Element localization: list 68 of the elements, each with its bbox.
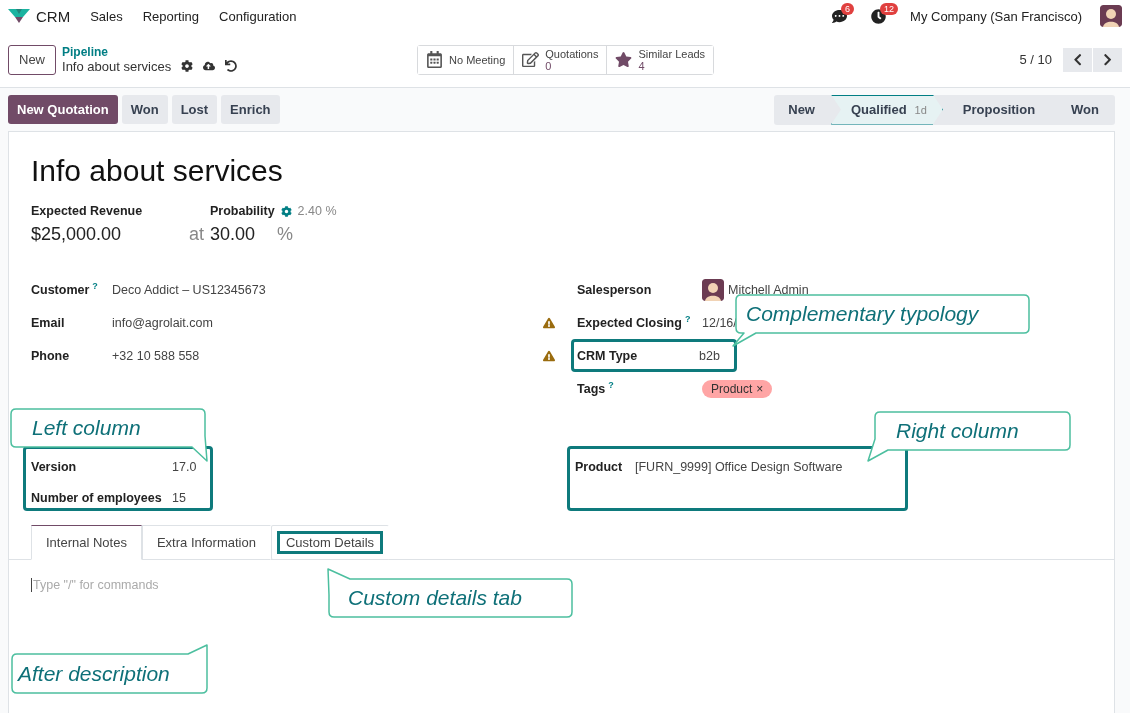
user-avatar [1100, 5, 1122, 27]
tag-chip[interactable]: Product × [702, 379, 773, 398]
calendar-icon [426, 51, 443, 68]
field-label: Expected Revenue [31, 204, 144, 218]
field-label: Number of employees [31, 490, 163, 505]
record-title: Info about services [62, 58, 172, 74]
previous-button[interactable] [1063, 47, 1092, 72]
field-value[interactable]: info@agrolait.com [112, 315, 213, 330]
callout-text: Left column [32, 415, 141, 440]
next-button[interactable] [1093, 47, 1122, 72]
field-value[interactable]: Deco Addict – US12345673 [112, 282, 266, 297]
automated-probability: 2.40 % [297, 204, 337, 218]
edit-icon [522, 51, 540, 68]
settings-icon[interactable] [181, 60, 194, 72]
action-button[interactable]: New Quotation [8, 95, 118, 124]
field-label: Customer $^{?}$ [31, 281, 99, 298]
percent-sign: % [277, 224, 294, 245]
stage-step[interactable]: Qualified 1d [831, 94, 943, 125]
at-label: at [189, 224, 204, 245]
field-value[interactable]: 17.0 [172, 459, 197, 474]
probability-value[interactable]: 30.00 [210, 224, 256, 245]
callout-text: Custom details tab [348, 586, 522, 610]
logo-icon [8, 8, 30, 24]
user-avatar [702, 278, 724, 301]
pager-text: 5 / 10 [1019, 52, 1052, 67]
menu-item[interactable]: Reporting [142, 8, 200, 24]
gear-icon[interactable] [280, 205, 292, 217]
field-value[interactable]: b2b [699, 348, 720, 363]
record-heading: Info about services [31, 154, 284, 188]
notification-badge: 6 [841, 2, 855, 15]
star-icon [615, 51, 633, 68]
stage-step[interactable]: Proposition [942, 94, 1052, 125]
field-value[interactable]: +32 10 588 558 [112, 348, 200, 363]
field-label: Salesperson [577, 282, 653, 297]
revenue-value[interactable]: $25,000.00 [31, 224, 122, 245]
field-label: Tags $^{?}$ [577, 380, 615, 397]
action-button[interactable]: Won [121, 95, 168, 124]
cloud-upload-icon[interactable] [203, 60, 216, 72]
field-label: Expected Closing $^{?}$ [577, 314, 692, 331]
field-label: Product [575, 459, 624, 474]
new-button[interactable]: New [8, 44, 56, 75]
action-button[interactable]: Enrich [221, 95, 280, 124]
breadcrumb-link[interactable]: Pipeline [62, 45, 417, 59]
callout-text: Complementary typology [746, 301, 979, 326]
field-label: CRM Type [577, 348, 639, 363]
callout-text: Right column [896, 418, 1019, 443]
tab[interactable]: Custom Details [270, 525, 390, 560]
menu-item[interactable]: Configuration [219, 8, 297, 24]
stage-step[interactable]: New [774, 94, 831, 125]
field-value[interactable]: 15 [172, 490, 186, 505]
stage-step[interactable]: Won [1051, 94, 1115, 125]
field-label: Phone [31, 348, 71, 363]
company-name[interactable]: My Company (San Francisco) [910, 8, 1082, 24]
notification-badge: 12 [880, 2, 899, 15]
tab[interactable]: Extra Information [141, 525, 271, 560]
field-value[interactable]: Mitchell Admin [728, 282, 809, 297]
chat-icon[interactable] [832, 8, 848, 24]
field-value[interactable]: [FURN_9999] Office Design Software [635, 459, 843, 474]
menu-item[interactable]: Sales [90, 8, 123, 24]
app-name[interactable]: CRM [36, 7, 71, 25]
field-label: Email [31, 315, 66, 330]
callout-text: After description [18, 661, 170, 686]
field-label: Version [31, 459, 78, 474]
action-button[interactable]: Lost [171, 95, 218, 124]
undo-icon[interactable] [225, 60, 238, 72]
tab[interactable]: Internal Notes [31, 525, 142, 560]
smart-button[interactable]: No Meeting [418, 45, 515, 74]
field-label: Probability [210, 204, 275, 218]
